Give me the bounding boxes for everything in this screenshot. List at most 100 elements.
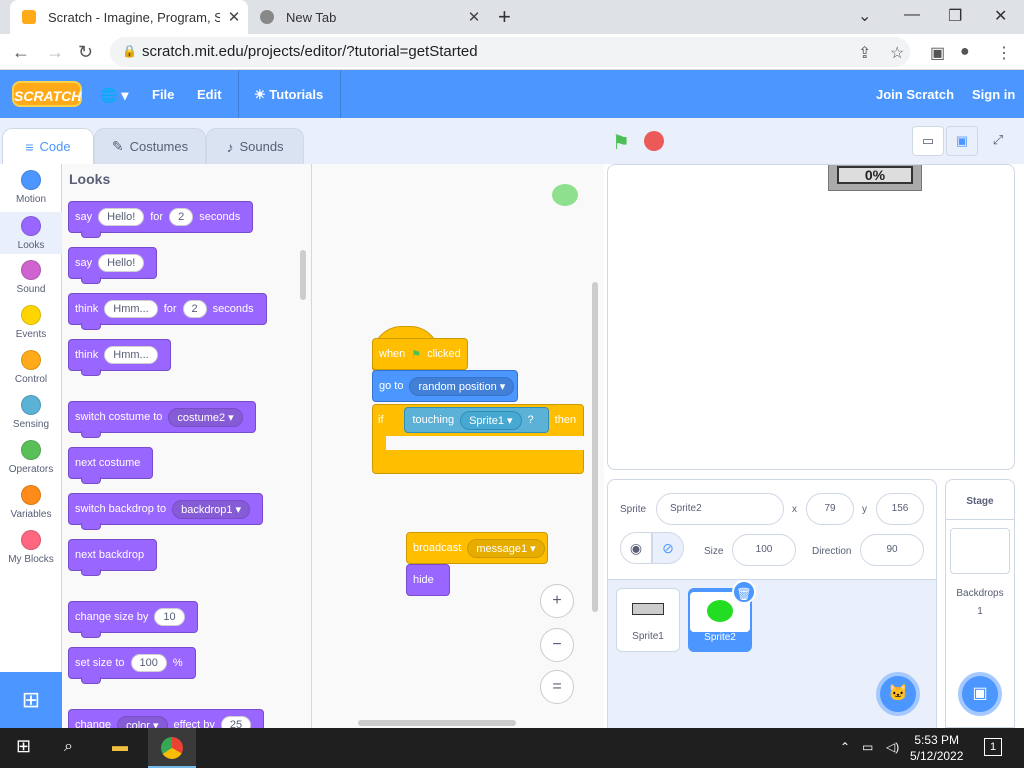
windows-start-icon[interactable]: ⊞ bbox=[16, 736, 31, 757]
volume-icon[interactable]: ◁) bbox=[886, 740, 899, 754]
next-costume-block[interactable]: next costume bbox=[68, 447, 154, 484]
block-input[interactable]: Hello! bbox=[98, 208, 145, 226]
category-motion[interactable]: Motion bbox=[0, 170, 62, 212]
show-hidden-icons[interactable]: ⌃ bbox=[840, 740, 850, 754]
script-area-vertical-scrollbar[interactable] bbox=[592, 282, 598, 612]
script-area[interactable]: when ⚑ clicked go to random position ▾ if t… bbox=[312, 164, 604, 728]
block-input[interactable]: Hmm... bbox=[104, 300, 158, 318]
hide-block[interactable]: hide bbox=[406, 564, 450, 596]
restore-button[interactable]: ❐ bbox=[948, 6, 962, 26]
category-sensing[interactable]: Sensing bbox=[0, 395, 62, 437]
set-size-block[interactable]: set size to 100% bbox=[68, 647, 196, 684]
tutorials-button[interactable]: ☀ Tutorials bbox=[254, 87, 323, 103]
switch-costume-block[interactable]: switch costume to costume2 ▾ bbox=[68, 401, 256, 438]
network-icon[interactable]: ▭ bbox=[862, 740, 873, 754]
switch-backdrop-block[interactable]: switch backdrop to backdrop1 ▾ bbox=[68, 493, 264, 530]
direction-field[interactable]: 90 bbox=[860, 534, 924, 566]
block-dropdown[interactable]: message1 ▾ bbox=[467, 538, 545, 558]
small-stage-button[interactable]: ▭ bbox=[912, 126, 944, 156]
sprite-thumb-sprite1[interactable]: Sprite1 bbox=[616, 588, 680, 652]
sprite-name-field[interactable]: Sprite2 bbox=[656, 493, 784, 525]
show-sprite-button[interactable]: ◉ bbox=[620, 532, 652, 564]
close-window-button[interactable]: ✕ bbox=[994, 6, 1007, 26]
browser-tab-new[interactable]: New Tab ✕ bbox=[250, 0, 488, 34]
say-for-block[interactable]: say Hello! for 2 seconds bbox=[68, 201, 254, 238]
back-icon[interactable]: ← bbox=[12, 42, 30, 63]
size-field[interactable]: 100 bbox=[732, 534, 796, 566]
side-panel-icon[interactable]: ▣ bbox=[930, 43, 945, 63]
fullscreen-button[interactable]: ⤢ bbox=[982, 126, 1014, 156]
browser-tab-scratch[interactable]: Scratch - Imagine, Program, Sha ✕ bbox=[10, 0, 248, 34]
script-area-horizontal-scrollbar[interactable] bbox=[358, 720, 516, 726]
touching-block[interactable]: touching Sprite1 ▾? bbox=[403, 407, 549, 433]
profile-avatar-icon[interactable]: ● bbox=[960, 43, 970, 61]
delete-sprite-button[interactable]: 🗑 bbox=[732, 580, 756, 604]
url-field[interactable]: 🔒 scratch.mit.edu/projects/editor/?tutor… bbox=[110, 37, 910, 67]
block-dropdown[interactable]: random position ▾ bbox=[409, 376, 515, 396]
hide-sprite-button[interactable]: ⊘ bbox=[652, 532, 684, 564]
change-size-block[interactable]: change size by 10 bbox=[68, 601, 198, 638]
choose-backdrop-button[interactable]: ▣ bbox=[958, 672, 1002, 716]
stop-button[interactable] bbox=[644, 131, 664, 151]
block-input[interactable]: Hmm... bbox=[104, 346, 158, 364]
next-backdrop-block[interactable]: next backdrop bbox=[68, 539, 158, 576]
block-dropdown[interactable]: Sprite1 ▾ bbox=[460, 410, 522, 430]
reload-icon[interactable]: ↻ bbox=[78, 42, 93, 63]
close-tab-icon[interactable]: ✕ bbox=[460, 8, 488, 26]
category-sound[interactable]: Sound bbox=[0, 260, 62, 302]
forward-icon[interactable]: → bbox=[46, 42, 64, 63]
search-icon[interactable]: ⌕ bbox=[64, 738, 73, 756]
block-dropdown[interactable]: costume2 ▾ bbox=[168, 407, 243, 427]
think-for-block[interactable]: think Hmm... for 2 seconds bbox=[68, 293, 267, 330]
bookmark-star-icon[interactable]: ☆ bbox=[890, 43, 904, 63]
say-block[interactable]: say Hello! bbox=[68, 247, 158, 284]
share-icon[interactable]: ⇪ bbox=[858, 43, 871, 63]
file-explorer-icon[interactable]: ▬ bbox=[112, 738, 128, 756]
category-looks[interactable]: Looks bbox=[0, 212, 62, 254]
x-field[interactable]: 79 bbox=[806, 493, 854, 525]
sign-in-link[interactable]: Sign in bbox=[972, 87, 1015, 102]
chrome-taskbar-button[interactable] bbox=[148, 728, 196, 768]
block-input[interactable]: 100 bbox=[130, 654, 167, 672]
tab-sounds[interactable]: ♪ Sounds bbox=[206, 128, 304, 164]
block-dropdown[interactable]: backdrop1 ▾ bbox=[172, 499, 251, 519]
palette-scrollbar[interactable] bbox=[300, 250, 306, 300]
scratch-logo[interactable]: SCRATCH bbox=[12, 81, 82, 107]
block-dropdown[interactable]: color ▾ bbox=[117, 715, 168, 728]
file-menu[interactable]: File bbox=[152, 87, 174, 102]
block-input[interactable]: 10 bbox=[154, 608, 185, 626]
tab-search-icon[interactable]: ⌄ bbox=[858, 6, 871, 26]
language-menu[interactable]: 🌐 ▾ bbox=[100, 87, 128, 104]
stage-selector[interactable]: Stage Backdrops 1 ▣ bbox=[945, 479, 1015, 728]
category-variables[interactable]: Variables bbox=[0, 485, 62, 527]
add-extension-button[interactable]: ⊞ bbox=[0, 672, 62, 728]
block-input[interactable]: 2 bbox=[169, 208, 194, 226]
block-input[interactable]: 2 bbox=[182, 300, 207, 318]
notifications-button[interactable]: 1 bbox=[984, 738, 1002, 756]
block-input[interactable]: 25 bbox=[220, 716, 252, 728]
when-flag-clicked-block[interactable]: when ⚑ clicked bbox=[372, 338, 468, 370]
zoom-in-button[interactable]: + bbox=[540, 584, 574, 618]
close-tab-icon[interactable]: ✕ bbox=[220, 8, 248, 26]
minimize-button[interactable]: — bbox=[904, 6, 920, 24]
change-effect-block[interactable]: change color ▾ effect by 25 bbox=[68, 709, 265, 728]
category-operators[interactable]: Operators bbox=[0, 440, 62, 482]
menu-kebab-icon[interactable]: ⋮ bbox=[996, 43, 1012, 63]
tab-costumes[interactable]: ✎ Costumes bbox=[94, 128, 206, 164]
system-clock[interactable]: 5:53 PM 5/12/2022 bbox=[910, 732, 963, 764]
stage-canvas[interactable]: 0% bbox=[607, 164, 1015, 470]
choose-sprite-button[interactable]: 🐱 bbox=[876, 672, 920, 716]
zoom-reset-button[interactable]: = bbox=[540, 670, 574, 704]
category-control[interactable]: Control bbox=[0, 350, 62, 392]
new-tab-button[interactable]: + bbox=[498, 4, 511, 30]
category-my-blocks[interactable]: My Blocks bbox=[0, 530, 62, 572]
edit-menu[interactable]: Edit bbox=[197, 87, 222, 102]
broadcast-block[interactable]: broadcast message1 ▾ bbox=[406, 532, 548, 564]
large-stage-button[interactable]: ▣ bbox=[946, 126, 978, 156]
zoom-out-button[interactable]: − bbox=[540, 628, 574, 662]
green-flag-button[interactable]: ⚑ bbox=[612, 130, 630, 155]
y-field[interactable]: 156 bbox=[876, 493, 924, 525]
tab-code[interactable]: ≡ Code bbox=[2, 128, 94, 164]
think-block[interactable]: think Hmm... bbox=[68, 339, 171, 376]
category-events[interactable]: Events bbox=[0, 305, 62, 347]
